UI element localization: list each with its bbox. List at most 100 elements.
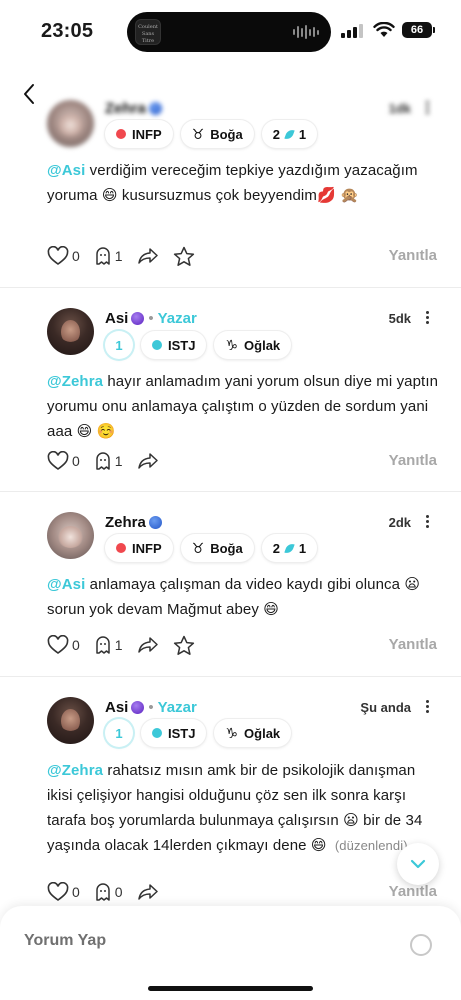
- commenter-name[interactable]: Asi • Yazar: [105, 310, 197, 327]
- avatar[interactable]: [47, 512, 94, 559]
- zodiac-chip[interactable]: ♑ Oğlak: [214, 719, 292, 747]
- profile-chips: 1 ISTJ ♑ Oğlak: [105, 331, 292, 359]
- ghost-icon: [96, 883, 110, 901]
- leaf-icon: [284, 127, 295, 141]
- heart-icon: [47, 451, 69, 470]
- back-button[interactable]: [20, 82, 40, 106]
- comment-text: @Asi verdiğim vereceğim tepkiye yazdığım…: [47, 162, 418, 204]
- avatar[interactable]: [47, 697, 94, 744]
- comment-actions: 0 0: [47, 880, 173, 904]
- share-button[interactable]: [137, 635, 159, 655]
- commenter-name[interactable]: Asi • Yazar: [105, 699, 197, 716]
- like-count: 0: [72, 248, 80, 264]
- comment-text: @Zehra rahatsız mısın amk bir de psikolo…: [47, 762, 423, 854]
- ghost-count: 0: [114, 884, 123, 900]
- home-indicator[interactable]: [148, 986, 313, 991]
- comment-actions: 0 1: [47, 633, 209, 657]
- edited-label: (düzenlendi): [334, 838, 408, 853]
- comment-date: 2dk: [388, 515, 411, 530]
- share-button[interactable]: [137, 246, 159, 266]
- verified-icon: [131, 312, 145, 325]
- star-icon: [173, 246, 194, 266]
- comment-text: @Zehra hayır anlamadım yani yorum olsun …: [47, 373, 439, 440]
- commenter-name[interactable]: Zehra: [105, 100, 162, 117]
- author-label: Yazar: [157, 699, 197, 716]
- mbti-chip[interactable]: INFP: [105, 534, 173, 562]
- ghost-button[interactable]: 1: [94, 635, 123, 655]
- heart-icon: [47, 246, 69, 265]
- comment-input[interactable]: Yorum Yap: [24, 932, 106, 950]
- share-arrow-icon: [137, 453, 158, 469]
- send-circle-icon[interactable]: [410, 934, 432, 956]
- mbti-chip[interactable]: ISTJ: [141, 719, 207, 747]
- battery-tip: [433, 27, 435, 33]
- divider: [0, 491, 461, 492]
- chevron-down-icon: [410, 859, 426, 869]
- zodiac-chip[interactable]: ♉ Boğa: [180, 534, 254, 562]
- ghost-count: 1: [114, 248, 123, 264]
- reply-button[interactable]: Yanıtla: [389, 636, 437, 653]
- comment-actions: 0 1: [47, 449, 173, 473]
- like-count: 0: [72, 884, 80, 900]
- star-button[interactable]: [173, 246, 195, 267]
- reply-button[interactable]: Yanıtla: [389, 247, 437, 264]
- ghost-icon: [96, 247, 110, 265]
- share-arrow-icon: [137, 884, 158, 900]
- mbti-dot-icon: [152, 340, 162, 350]
- divider: [0, 676, 461, 677]
- share-arrow-icon: [137, 248, 158, 264]
- commenter-name[interactable]: Zehra: [105, 514, 162, 531]
- mention-link[interactable]: @Asi: [47, 162, 85, 179]
- mention-link[interactable]: @Asi: [47, 576, 85, 593]
- now-playing-art: Coulent Sans Titre: [135, 19, 161, 45]
- level-chip[interactable]: 1: [105, 719, 133, 747]
- star-button[interactable]: [173, 635, 195, 656]
- ghost-button[interactable]: 0: [94, 882, 123, 902]
- battery-icon: 66: [402, 22, 432, 38]
- avatar[interactable]: [47, 308, 94, 355]
- zodiac-chip[interactable]: ♉ Boğa: [180, 120, 254, 148]
- cellular-signal-icon: [341, 24, 363, 38]
- star-icon: [173, 635, 194, 655]
- status-time: 23:05: [41, 20, 94, 42]
- dynamic-island[interactable]: Coulent Sans Titre: [127, 12, 331, 52]
- share-button[interactable]: [137, 451, 159, 471]
- like-button[interactable]: 0: [47, 246, 80, 266]
- scroll-down-button[interactable]: [397, 843, 439, 885]
- mbti-chip[interactable]: INFP: [105, 120, 173, 148]
- author-label: Yazar: [157, 310, 197, 327]
- reply-button[interactable]: Yanıtla: [389, 883, 437, 900]
- comment-actions: 0 1: [47, 244, 209, 268]
- ghost-count: 1: [114, 453, 123, 469]
- mbti-dot-icon: [116, 543, 126, 553]
- more-options-icon[interactable]: [424, 515, 430, 531]
- zodiac-chip[interactable]: ♑ Oğlak: [214, 331, 292, 359]
- mention-link[interactable]: @Zehra: [47, 373, 103, 390]
- avatar[interactable]: [47, 100, 94, 147]
- stats-chip[interactable]: 21: [261, 534, 318, 562]
- capricorn-icon: ♑: [225, 336, 239, 353]
- capricorn-icon: ♑: [225, 724, 239, 741]
- mention-link[interactable]: @Zehra: [47, 762, 103, 779]
- more-options-icon[interactable]: [424, 101, 430, 117]
- comment-date: 5dk: [388, 311, 411, 326]
- like-button[interactable]: 0: [47, 635, 80, 655]
- like-button[interactable]: 0: [47, 882, 80, 902]
- ghost-button[interactable]: 1: [94, 246, 123, 266]
- more-options-icon[interactable]: [424, 700, 430, 716]
- share-button[interactable]: [137, 882, 159, 902]
- mbti-chip[interactable]: ISTJ: [141, 331, 207, 359]
- ghost-icon: [96, 452, 110, 470]
- reply-button[interactable]: Yanıtla: [389, 452, 437, 469]
- like-button[interactable]: 0: [47, 451, 80, 471]
- leaf-icon: [284, 541, 295, 555]
- wifi-icon: [373, 22, 395, 37]
- level-chip[interactable]: 1: [105, 331, 133, 359]
- stats-chip[interactable]: 21: [261, 120, 318, 148]
- comment-date: 1dk: [388, 101, 411, 116]
- share-arrow-icon: [137, 637, 158, 653]
- audio-wave-icon: [293, 24, 319, 40]
- more-options-icon[interactable]: [424, 311, 430, 327]
- ghost-button[interactable]: 1: [94, 451, 123, 471]
- like-count: 0: [72, 637, 80, 653]
